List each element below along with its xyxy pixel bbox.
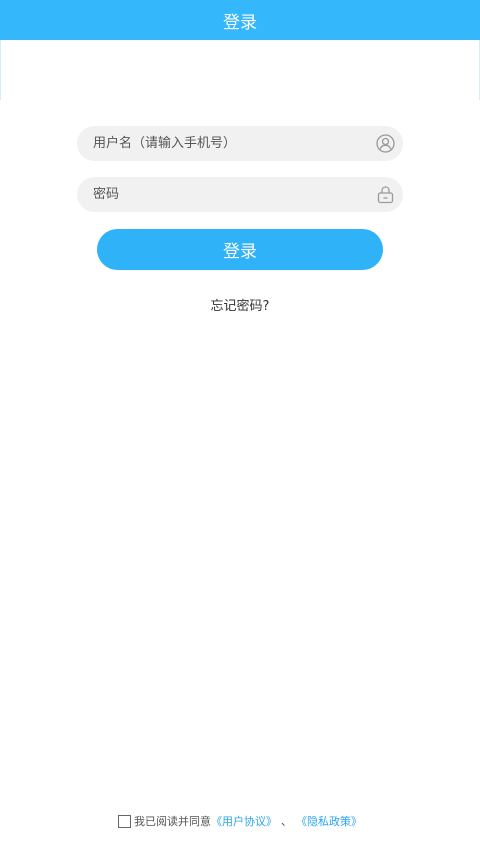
agreement-row: 我已阅读并同意 《用户协议》 、 《隐私政策》 — [0, 812, 480, 830]
user-icon — [376, 134, 395, 153]
login-button[interactable]: 登录 — [97, 229, 383, 270]
lock-icon — [376, 185, 395, 204]
agreement-text: 我已阅读并同意 — [134, 815, 211, 828]
user-agreement-link[interactable]: 《用户协议》 — [211, 813, 277, 829]
top-bar: 登录 — [0, 0, 480, 40]
password-field-container — [77, 177, 403, 212]
username-field-container — [77, 126, 403, 161]
forgot-password-link[interactable]: 忘记密码? — [0, 295, 480, 314]
agreement-checkbox[interactable] — [118, 814, 131, 828]
privacy-policy-link[interactable]: 《隐私政策》 — [296, 813, 362, 829]
frame-edge-left — [0, 40, 1, 100]
page-title: 登录 — [223, 12, 257, 33]
password-input[interactable] — [93, 177, 363, 212]
username-input[interactable] — [93, 126, 363, 161]
agreement-separator: 、 — [281, 815, 292, 828]
